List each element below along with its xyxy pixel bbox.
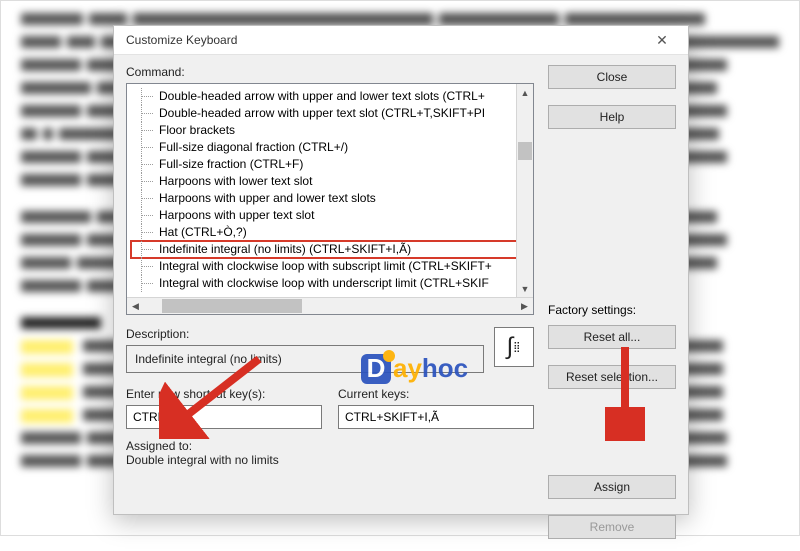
- description-label: Description:: [126, 327, 484, 341]
- help-button[interactable]: Help: [548, 105, 676, 129]
- command-tree-item[interactable]: Floor brackets: [131, 122, 529, 139]
- command-tree-item[interactable]: Integral with clockwise loop with subscr…: [131, 258, 529, 275]
- scroll-down-icon[interactable]: ▼: [517, 280, 533, 297]
- factory-settings-label: Factory settings:: [548, 303, 676, 317]
- command-tree-item[interactable]: Double-headed arrow with upper text slot…: [131, 105, 529, 122]
- command-tree-item[interactable]: Harpoons with upper and lower text slots: [131, 190, 529, 207]
- command-tree-item[interactable]: Full-size diagonal fraction (CTRL+/): [131, 139, 529, 156]
- command-tree-item[interactable]: Full-size fraction (CTRL+F): [131, 156, 529, 173]
- command-tree-item[interactable]: Double-headed arrow with upper and lower…: [131, 88, 529, 105]
- enter-shortcut-input[interactable]: [126, 405, 322, 429]
- scroll-up-icon[interactable]: ▲: [517, 84, 533, 101]
- horizontal-scrollbar[interactable]: ◀ ▶: [127, 297, 533, 314]
- symbol-preview: ∫⣿: [494, 327, 534, 367]
- close-button[interactable]: Close: [548, 65, 676, 89]
- titlebar: Customize Keyboard ✕: [114, 26, 688, 55]
- command-label: Command:: [126, 65, 534, 79]
- scrollbar-thumb[interactable]: [518, 142, 532, 160]
- command-tree[interactable]: Double-headed arrow with upper and lower…: [126, 83, 534, 315]
- command-tree-item[interactable]: Indefinite integral (no limits) (CTRL+SK…: [131, 241, 529, 258]
- enter-shortcut-label: Enter new shortcut key(s):: [126, 387, 322, 401]
- command-tree-item[interactable]: Hat (CTRL+Ò,?): [131, 224, 529, 241]
- assign-button[interactable]: Assign: [548, 475, 676, 499]
- current-keys-input[interactable]: [338, 405, 534, 429]
- command-tree-item[interactable]: Harpoons with upper text slot: [131, 207, 529, 224]
- close-icon[interactable]: ✕: [642, 26, 682, 54]
- scroll-left-icon[interactable]: ◀: [127, 298, 144, 315]
- assigned-to-value: Double integral with no limits: [126, 453, 534, 467]
- remove-button[interactable]: Remove: [548, 515, 676, 539]
- reset-selection-button[interactable]: Reset selection...: [548, 365, 676, 389]
- current-keys-label: Current keys:: [338, 387, 534, 401]
- description-value: Indefinite integral (no limits): [126, 345, 484, 373]
- dialog-title: Customize Keyboard: [126, 33, 237, 47]
- vertical-scrollbar[interactable]: ▲ ▼: [516, 84, 533, 297]
- hscrollbar-thumb[interactable]: [162, 299, 302, 313]
- assigned-to-label: Assigned to:: [126, 439, 534, 453]
- command-tree-item[interactable]: Integral with clockwise loop with unders…: [131, 275, 529, 292]
- scroll-right-icon[interactable]: ▶: [516, 298, 533, 315]
- customize-keyboard-dialog: Customize Keyboard ✕ Command: Double-hea…: [113, 25, 689, 515]
- reset-all-button[interactable]: Reset all...: [548, 325, 676, 349]
- command-tree-item[interactable]: Harpoons with lower text slot: [131, 173, 529, 190]
